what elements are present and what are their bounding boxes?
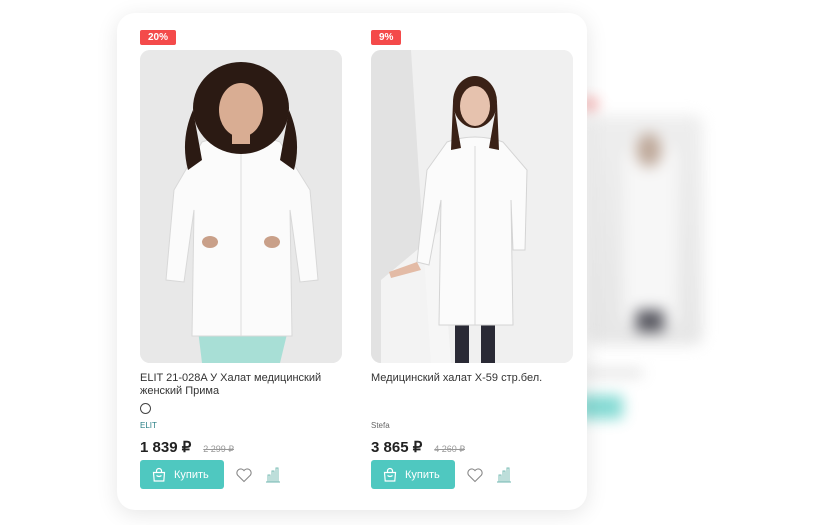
product-brand[interactable]: ELIT [140,421,157,430]
bar-chart-icon[interactable] [264,466,282,484]
product-title[interactable]: Медицинский халат Х-59 стр.бел. [371,372,576,385]
shopping-bag-icon [152,467,166,482]
product-carousel: 20% ELIT 21-028A У Халат медицинский жен… [0,0,825,525]
product-brand[interactable]: Stefa [371,421,390,430]
old-price: 4 260 ₽ [434,444,465,454]
heart-icon[interactable] [466,466,484,484]
buy-button[interactable]: Купить [140,460,224,489]
price-block: 3 865 ₽ 4 260 ₽ [371,438,465,456]
product-photo[interactable] [140,50,342,363]
product-title[interactable]: ELIT 21-028A У Халат медицинский женский… [140,372,345,398]
discount-badge: 20% [140,30,177,45]
buy-button-label: Купить [174,468,209,481]
shopping-bag-icon [383,467,397,482]
product-actions: Купить [140,460,282,489]
product-card[interactable]: 20% ELIT 21-028A У Халат медицинский жен… [140,13,345,510]
current-price: 1 839 ₽ [140,439,192,456]
color-swatch[interactable] [140,403,151,414]
blurred-next-card [568,95,718,435]
buy-button[interactable]: Купить [371,460,455,489]
price-block: 1 839 ₽ 2 299 ₽ [140,438,234,456]
product-card-group: 20% ELIT 21-028A У Халат медицинский жен… [117,13,587,510]
current-price: 3 865 ₽ [371,439,423,456]
old-price: 2 299 ₽ [203,444,234,454]
product-actions: Купить [371,460,513,489]
discount-badge: 9% [371,30,402,45]
heart-icon[interactable] [235,466,253,484]
bar-chart-icon[interactable] [495,466,513,484]
product-photo[interactable] [371,50,573,363]
buy-button-label: Купить [405,468,440,481]
product-card[interactable]: 9% Медицинский халат Х-59 стр.бел. Stefa… [371,13,576,510]
